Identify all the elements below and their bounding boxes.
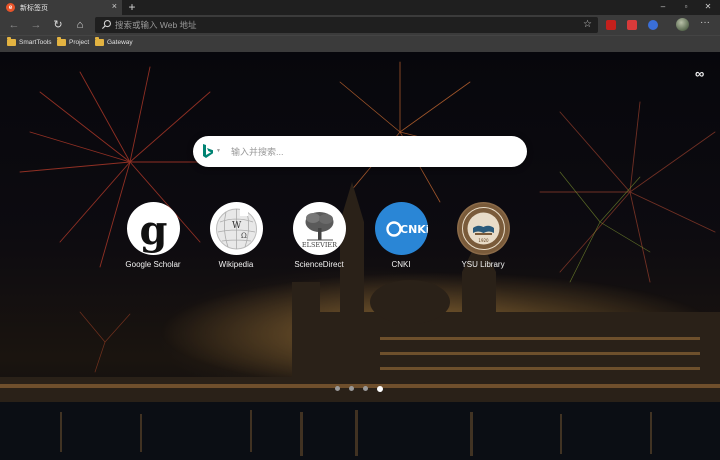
ysu-seal-logo-icon: 1920 [456,202,510,255]
address-input[interactable] [115,18,555,32]
extension-shield-icon[interactable] [648,20,658,30]
tile-ysu-library[interactable]: 1920 YSU Library [443,202,523,269]
bookmark-gateway[interactable]: Gateway [95,37,133,46]
more-menu-button[interactable]: ··· [700,17,710,28]
edge-favicon-icon: e [6,3,15,12]
avatar[interactable] [676,18,689,31]
google-scholar-logo-icon: g [126,202,180,255]
tab-title: 新标签页 [20,4,48,12]
background-image [0,61,720,460]
favorite-star-icon[interactable]: ☆ [583,17,592,33]
tile-label: Google Scholar [125,260,181,269]
tab-close-icon[interactable]: × [112,1,117,11]
background-pager [335,385,383,392]
web-search-box[interactable]: ▼ [193,136,527,167]
title-bar: e 新标签页 × + – ▫ ✕ [0,0,720,15]
new-tab-page: ∞ ▼ g Google Scholar W Ω Wikipedia [0,52,720,460]
bing-logo-icon [203,144,213,158]
bookmark-project[interactable]: Project [57,37,90,46]
search-engine-dropdown-icon[interactable]: ▼ [216,146,221,156]
forward-button[interactable]: → [29,18,43,32]
acrobat-extension-icon[interactable] [606,20,616,30]
svg-text:Ω: Ω [241,232,247,240]
tile-wikipedia[interactable]: W Ω Wikipedia [196,202,276,269]
tile-label: YSU Library [461,260,505,269]
tile-label: CNKI [391,260,411,269]
bookmarks-bar: SmartTools Project Gateway [0,35,720,52]
tile-cnki[interactable]: CNKi CNKI [361,202,441,269]
folder-icon [57,37,66,46]
search-icon [101,20,111,30]
elsevier-tree-logo-icon: ELSEVIER [292,202,346,255]
close-window-button[interactable]: ✕ [701,1,715,13]
customize-page-icon[interactable]: ∞ [695,66,704,81]
cnki-logo-icon: CNKi [374,202,428,255]
minimize-button[interactable]: – [656,1,670,13]
tab-new-tab[interactable]: e 新标签页 × [0,0,122,15]
folder-icon [95,37,104,46]
bookmark-label: Project [69,39,90,46]
pager-dot-1[interactable] [335,386,340,391]
tile-label: Wikipedia [218,260,254,269]
wikipedia-globe-icon: W Ω [209,202,263,255]
search-input[interactable] [231,143,511,160]
address-bar[interactable]: ☆ [95,17,598,33]
pager-dot-3[interactable] [363,386,368,391]
pager-dot-2[interactable] [349,386,354,391]
elsevier-text: ELSEVIER [301,241,337,249]
bookmark-smarttools[interactable]: SmartTools [7,37,52,46]
maximize-button[interactable]: ▫ [679,1,693,13]
pager-dot-4[interactable] [377,385,383,392]
tile-sciencedirect[interactable]: ELSEVIER ScienceDirect [279,202,359,269]
ysu-year-text: 1920 [478,238,489,243]
home-button[interactable]: ⌂ [73,18,87,32]
folder-icon [7,37,16,46]
tile-google-scholar[interactable]: g Google Scholar [113,202,193,269]
tile-label: ScienceDirect [294,260,344,269]
svg-text:g: g [139,207,167,254]
new-tab-button[interactable]: + [126,0,138,14]
back-button[interactable]: ← [7,18,21,32]
toolbar: ← → ↻ ⌂ ☆ ··· [0,15,720,35]
bookmark-label: Gateway [107,39,133,46]
cnki-logo-text: CNKi [400,223,428,236]
svg-text:W: W [232,221,242,231]
refresh-button[interactable]: ↻ [51,18,65,32]
extension-icon[interactable] [627,20,637,30]
bookmark-label: SmartTools [19,39,52,46]
